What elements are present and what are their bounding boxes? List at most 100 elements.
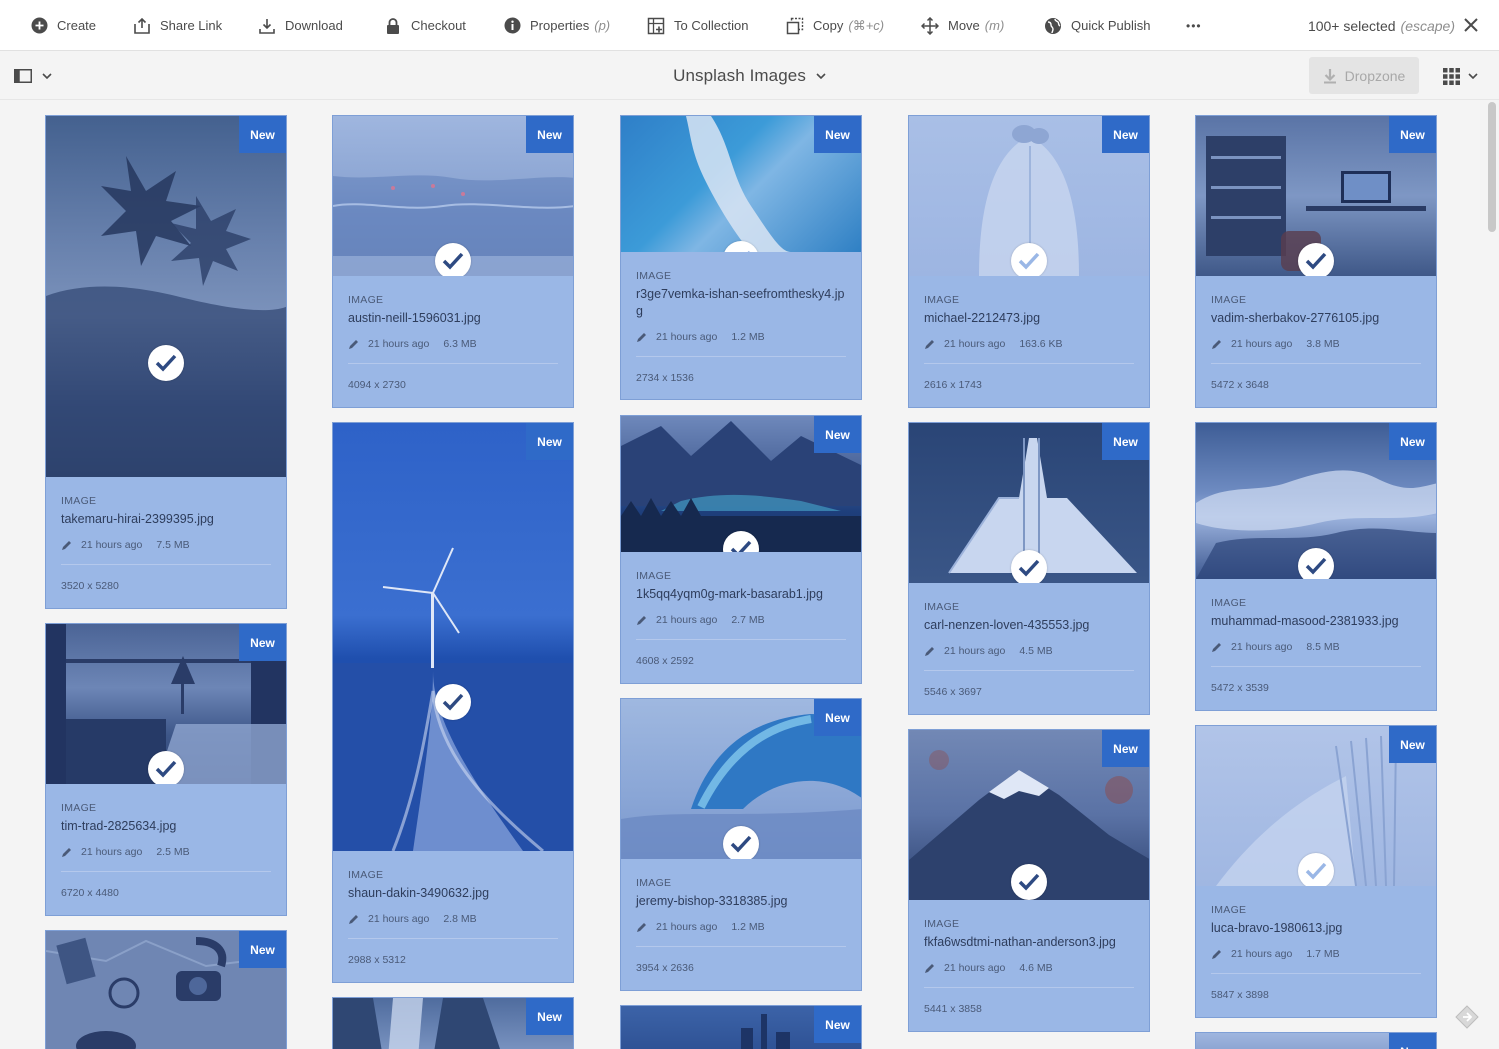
asset-type: IMAGE [636,877,672,889]
asset-type: IMAGE [61,802,97,814]
checkout-button[interactable]: Checkout [384,0,466,51]
pencil-icon [1212,950,1221,959]
asset-type: IMAGE [348,869,384,881]
selected-check-icon[interactable] [723,826,759,859]
copy-label: Copy [813,18,844,33]
new-badge: New [814,416,861,453]
new-badge: New [526,423,573,460]
to-collection-button[interactable]: To Collection [647,0,748,51]
pencil-icon [349,915,358,924]
pencil-icon [637,333,646,342]
image-dimensions: 3520 x 5280 [61,580,119,592]
modified-time: 21 hours ago [368,338,430,350]
asset-type: IMAGE [636,270,672,282]
quick-publish-button[interactable]: Quick Publish [1044,0,1150,51]
pencil-icon [637,616,646,625]
selected-check-icon[interactable] [1298,853,1334,886]
selected-check-icon[interactable] [1298,243,1334,276]
asset-card[interactable]: New [332,997,574,1049]
more-actions-button[interactable]: ••• [1186,0,1202,51]
asset-thumbnail: New [621,116,861,252]
image-dimensions: 6720 x 4480 [61,887,119,899]
info-icon [503,17,521,35]
modified-time: 21 hours ago [944,962,1006,974]
image-dimensions: 4608 x 2592 [636,655,694,667]
asset-card[interactable]: New IMAGE fkfa6wsdtmi-nathan-anderson3.j… [908,729,1150,1032]
selected-check-icon[interactable] [1011,864,1047,900]
asset-thumbnail: New [621,699,861,859]
move-shortcut: (m) [984,18,1005,33]
new-badge: New [239,116,286,153]
asset-grid: New IMAGE takemaru-hirai-2399395.jpg 21 … [0,100,1499,1049]
new-badge: New [814,1006,861,1043]
selected-check-icon[interactable] [1011,243,1047,276]
asset-card[interactable]: New IMAGE r3ge7vemka-ishan-seefromthesky… [620,115,862,400]
move-button[interactable]: Move (m) [921,0,1004,51]
modified-time: 21 hours ago [81,846,143,858]
file-size: 4.6 MB [1019,962,1053,974]
move-arrows-icon [921,16,939,35]
selected-check-icon[interactable] [435,243,471,276]
image-dimensions: 5472 x 3539 [1211,682,1269,694]
asset-card[interactable]: New [1195,1032,1437,1049]
asset-card[interactable]: New IMAGE carl-nenzen-loven-435553.jpg 2… [908,422,1150,715]
file-size: 1.7 MB [1306,948,1340,960]
asset-card[interactable]: New [620,1005,862,1049]
asset-card[interactable]: New IMAGE tim-trad-2825634.jpg 21 hours … [45,623,287,916]
selected-check-icon[interactable] [1298,548,1334,579]
asset-card[interactable]: New IMAGE takemaru-hirai-2399395.jpg 21 … [45,115,287,609]
file-size: 6.3 MB [443,338,477,350]
asset-card[interactable]: New IMAGE muhammad-masood-2381933.jpg 21… [1195,422,1437,711]
feedback-button[interactable] [1454,1004,1480,1030]
view-switcher-button[interactable] [1443,67,1485,85]
asset-thumbnail: New [1196,1033,1436,1049]
asset-thumbnail: New [621,1006,861,1049]
asset-card[interactable]: New IMAGE michael-2212473.jpg 21 hours a… [908,115,1150,408]
asset-card[interactable]: New IMAGE vadim-sherbakov-2776105.jpg 21… [1195,115,1437,408]
new-badge: New [814,699,861,736]
selected-check-icon[interactable] [148,751,184,784]
selected-check-icon[interactable] [435,684,471,720]
asset-card[interactable]: New IMAGE austin-neill-1596031.jpg 21 ho… [332,115,574,408]
file-size: 1.2 MB [731,331,765,343]
image-dimensions: 5441 x 3858 [924,1003,982,1015]
asset-filename: muhammad-masood-2381933.jpg [1211,614,1399,628]
asset-thumbnail: New [909,116,1149,276]
asset-filename: r3ge7vemka-ishan-seefromthesky4.jpg [636,287,845,318]
create-button[interactable]: Create [30,0,96,51]
copy-button[interactable]: Copy (⌘+c) [786,0,884,51]
properties-button[interactable]: Properties (p) [503,0,610,51]
download-button[interactable]: Download [258,0,343,51]
asset-filename: carl-nenzen-loven-435553.jpg [924,618,1090,632]
new-badge: New [1102,730,1149,767]
image-dimensions: 5472 x 3648 [1211,379,1269,391]
rail-toggle-button[interactable] [14,67,54,85]
asset-thumbnail: New [333,998,573,1049]
scrollbar-thumb[interactable] [1488,102,1496,232]
asset-card[interactable]: New IMAGE shaun-dakin-3490632.jpg 21 hou… [332,422,574,983]
file-size: 163.6 KB [1019,338,1063,350]
share-link-button[interactable]: Share Link [133,0,222,51]
scrollbar-track[interactable] [1485,100,1499,1049]
asset-type: IMAGE [348,294,384,306]
selection-count-label: 100+ selected [1307,17,1396,34]
asset-card[interactable]: New IMAGE luca-bravo-1980613.jpg 21 hour… [1195,725,1437,1018]
asset-type: IMAGE [1211,294,1247,306]
asset-card[interactable]: New IMAGE 1k5qq4yqm0g-mark-basarab1.jpg … [620,415,862,684]
asset-filename: takemaru-hirai-2399395.jpg [61,512,214,526]
asset-type: IMAGE [61,495,97,507]
asset-card[interactable]: New IMAGE jeremy-bishop-3318385.jpg 21 h… [620,698,862,991]
new-badge: New [1102,116,1149,153]
selected-check-icon[interactable] [1011,550,1047,583]
asset-filename: jeremy-bishop-3318385.jpg [636,894,788,908]
asset-filename: tim-trad-2825634.jpg [61,819,177,833]
asset-card[interactable]: New [45,930,287,1049]
close-selection-button[interactable] [1461,15,1481,35]
asset-filename: luca-bravo-1980613.jpg [1211,921,1343,935]
asset-thumbnail: New [333,423,573,851]
selected-check-icon[interactable] [148,345,184,381]
dropzone-button[interactable]: Dropzone [1309,57,1419,94]
file-size: 8.5 MB [1306,641,1340,653]
image-dimensions: 2734 x 1536 [636,372,694,384]
folder-title-dropdown[interactable]: Unsplash Images [673,66,826,86]
